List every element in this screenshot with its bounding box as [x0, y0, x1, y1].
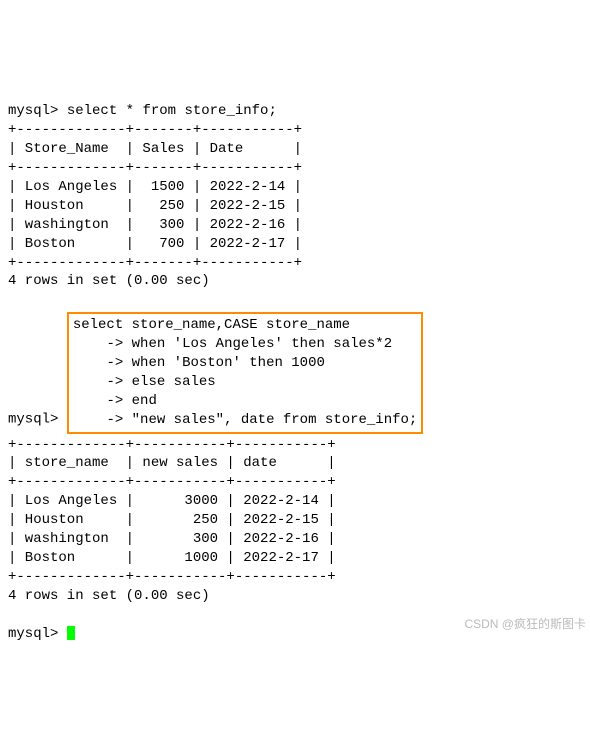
prompt: mysql> [8, 626, 58, 642]
prompt: mysql> [8, 103, 58, 119]
continuation: -> [106, 336, 123, 352]
query-1: select * from store_info; [67, 103, 277, 119]
table1-row: | Los Angeles | 1500 | 2022-2-14 | [8, 179, 302, 195]
table2-row: | Los Angeles | 3000 | 2022-2-14 | [8, 493, 336, 509]
watermark-text: CSDN @疯狂的斯图卡 [464, 616, 586, 632]
prompt: mysql> [8, 412, 58, 428]
table1-row: | Boston | 700 | 2022-2-17 | [8, 236, 302, 252]
table2-div-bot: +-------------+-----------+-----------+ [8, 569, 336, 585]
rows-in-set-1: 4 rows in set (0.00 sec) [8, 273, 210, 289]
cursor-icon [67, 626, 75, 640]
continuation: -> [106, 393, 123, 409]
table1-row: | washington | 300 | 2022-2-16 | [8, 217, 302, 233]
continuation: -> [106, 412, 123, 428]
rows-in-set-2: 4 rows in set (0.00 sec) [8, 588, 210, 604]
table2-div-top: +-------------+-----------+-----------+ [8, 437, 336, 453]
table2-row: | Boston | 1000 | 2022-2-17 | [8, 550, 336, 566]
continuation: -> [106, 374, 123, 390]
table1-div-mid: +-------------+-------+-----------+ [8, 160, 302, 176]
table2-row: | Houston | 250 | 2022-2-15 | [8, 512, 336, 528]
table2-row: | washington | 300 | 2022-2-16 | [8, 531, 336, 547]
table1-row: | Houston | 250 | 2022-2-15 | [8, 198, 302, 214]
continuation: -> [106, 355, 123, 371]
table2-div-mid: +-------------+-----------+-----------+ [8, 474, 336, 490]
query2-line: end [132, 393, 157, 409]
query2-line: select store_name,CASE store_name [73, 317, 350, 333]
query2-line: when 'Boston' then 1000 [132, 355, 325, 371]
query2-line: "new sales", date from store_info; [132, 412, 418, 428]
table1-header: | Store_Name | Sales | Date | [8, 141, 302, 157]
table1-div-top: +-------------+-------+-----------+ [8, 122, 302, 138]
table2-header: | store_name | new sales | date | [8, 455, 336, 471]
table1-div-bot: +-------------+-------+-----------+ [8, 255, 302, 271]
query2-line: else sales [132, 374, 216, 390]
query2-line: when 'Los Angeles' then sales*2 [132, 336, 392, 352]
highlighted-query-box: select store_name,CASE store_name -> whe… [67, 312, 423, 433]
